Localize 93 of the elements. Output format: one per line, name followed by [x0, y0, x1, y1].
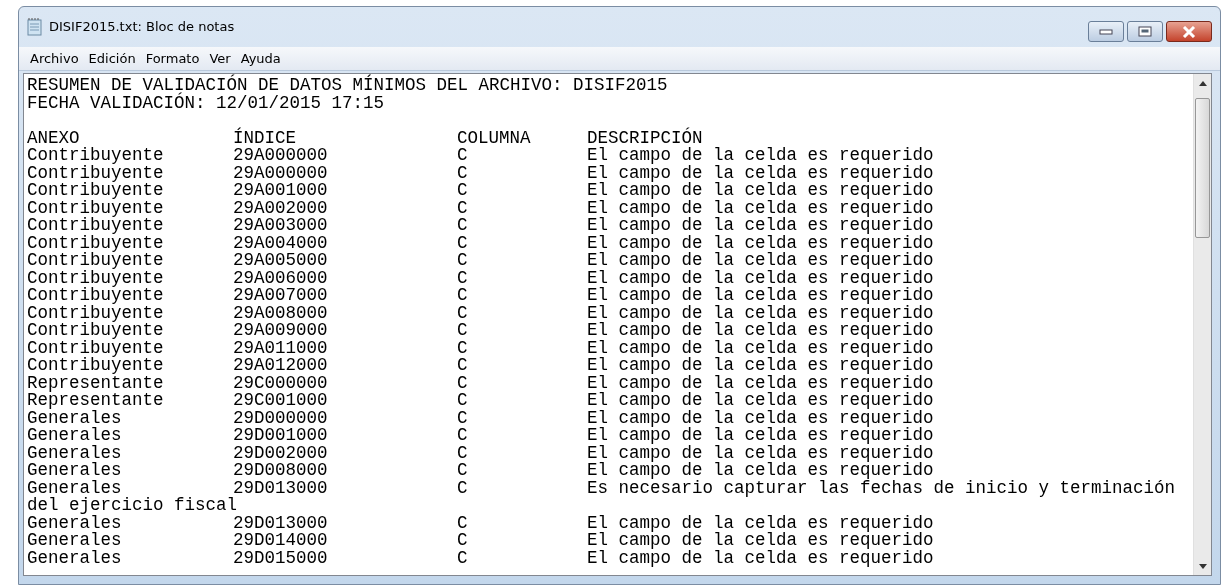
table-cell: C	[457, 320, 468, 340]
table-cell: 29A009000	[233, 320, 328, 340]
table-cell: Generales	[27, 407, 122, 428]
table-cell: C	[457, 337, 468, 358]
table-cell: 29C001000	[233, 390, 328, 410]
table-cell: Generales	[27, 512, 122, 533]
notepad-icon	[27, 18, 43, 36]
table-cell: C	[457, 460, 468, 480]
table-cell: C	[457, 477, 468, 498]
table-cell: C	[457, 372, 468, 393]
table-cell: Contribuyente	[27, 302, 164, 323]
table-cell: C	[457, 530, 468, 550]
maximize-button[interactable]	[1127, 21, 1163, 42]
table-cell: Contribuyente	[27, 337, 164, 358]
table-cell: C	[457, 145, 468, 165]
table-cell: 29D015000	[233, 547, 328, 568]
menu-item[interactable]: Edición	[83, 48, 141, 69]
menu-item[interactable]: Ver	[204, 48, 236, 69]
window-title: DISIF2015.txt: Bloc de notas	[49, 18, 235, 37]
table-cell: El campo de la celda es requerido	[587, 145, 934, 165]
table-cell: Generales	[27, 477, 122, 498]
table-cell: Contribuyente	[27, 285, 164, 305]
table-cell: 29A012000	[233, 355, 328, 375]
table-cell: 29A003000	[233, 215, 328, 235]
table-cell: C	[457, 407, 468, 428]
table-cell: 29A000000	[233, 162, 328, 183]
vertical-scrollbar[interactable]	[1193, 74, 1211, 575]
table-cell: 29A001000	[233, 180, 328, 200]
table-cell: C	[457, 232, 468, 253]
column-header: ANEXO	[27, 127, 80, 148]
table-cell: C	[457, 512, 468, 533]
menu-item[interactable]: Formato	[140, 48, 205, 69]
table-cell: Contribuyente	[27, 215, 164, 235]
table-cell: 29D013000	[233, 477, 328, 498]
table-cell: 29D002000	[233, 442, 328, 463]
table-cell: C	[457, 547, 468, 568]
table-cell: C	[457, 302, 468, 323]
scrollbar-thumb[interactable]	[1195, 98, 1210, 238]
table-cell: Es necesario capturar las fechas de inicio y terminación	[587, 477, 1176, 498]
table-cell: Generales	[27, 547, 122, 568]
table-cell: Contribuyente	[27, 250, 164, 270]
table-cell: 29A006000	[233, 267, 328, 288]
scroll-up-icon[interactable]	[1198, 80, 1207, 86]
text-line: FECHA VALIDACIÓN: 12/01/2015 17:15	[27, 94, 385, 112]
maximize-icon	[1138, 26, 1152, 37]
table-cell: Generales	[27, 442, 122, 463]
column-header: ÍNDICE	[233, 127, 296, 148]
table-cell: C	[457, 390, 468, 410]
table-cell: C	[457, 425, 468, 445]
table-cell: Contribuyente	[27, 355, 164, 375]
minimize-button[interactable]	[1088, 21, 1124, 42]
table-cell: 29D001000	[233, 425, 328, 445]
text-line: del ejercicio fiscal	[27, 497, 238, 515]
table-cell: C	[457, 162, 468, 183]
menu-item[interactable]: Archivo	[25, 48, 84, 69]
table-cell: Generales	[27, 425, 122, 445]
table-cell: Contribuyente	[27, 267, 164, 288]
table-cell: 29A011000	[233, 337, 328, 358]
table-cell: C	[457, 442, 468, 463]
table-cell: 29A004000	[233, 232, 328, 253]
column-header: DESCRIPCIÓN	[587, 127, 703, 148]
table-cell: C	[457, 180, 468, 200]
table-cell: C	[457, 267, 468, 288]
table-cell: C	[457, 250, 468, 270]
table-cell: Contribuyente	[27, 197, 164, 218]
table-cell: Contribuyente	[27, 320, 164, 340]
scroll-down-icon[interactable]	[1198, 563, 1207, 569]
table-cell: 29D000000	[233, 407, 328, 428]
table-cell: C	[457, 197, 468, 218]
table-cell: Contribuyente	[27, 145, 164, 165]
table-cell: 29A002000	[233, 197, 328, 218]
table-cell: 29D008000	[233, 460, 328, 480]
menu-item[interactable]: Ayuda	[235, 48, 286, 69]
table-cell: 29A005000	[233, 250, 328, 270]
table-cell: 29D014000	[233, 530, 328, 550]
table-cell: C	[457, 355, 468, 375]
table-cell: 29C000000	[233, 372, 328, 393]
close-button[interactable]	[1166, 21, 1212, 42]
table-cell: Generales	[27, 460, 122, 480]
table-cell: 29D013000	[233, 512, 328, 533]
table-cell: Contribuyente	[27, 232, 164, 253]
table-cell: C	[457, 215, 468, 235]
minimize-icon	[1099, 28, 1113, 35]
table-cell: 29A007000	[233, 285, 328, 305]
table-cell: 29A000000	[233, 145, 328, 165]
close-icon	[1182, 25, 1196, 38]
column-header: COLUMNA	[457, 127, 531, 148]
table-cell: Generales	[27, 530, 122, 550]
table-cell: Contribuyente	[27, 162, 164, 183]
table-cell: C	[457, 285, 468, 305]
table-cell: Contribuyente	[27, 180, 164, 200]
table-cell: El campo de la celda es requerido	[587, 512, 934, 533]
table-cell: 29A008000	[233, 302, 328, 323]
